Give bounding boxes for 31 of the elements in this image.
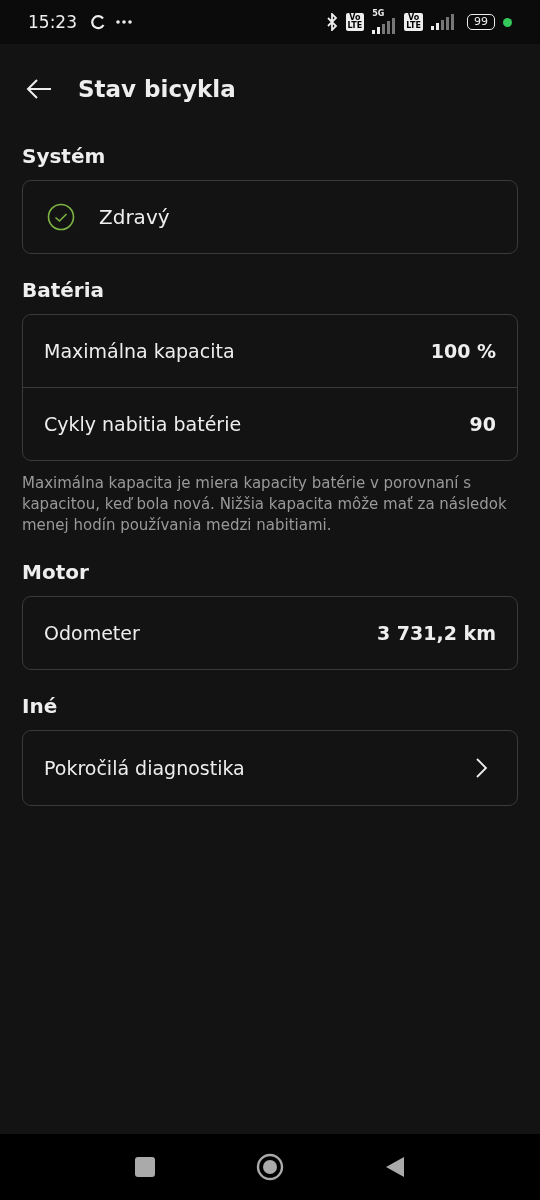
section-title: Iné	[22, 694, 59, 718]
sync-icon	[89, 13, 107, 31]
row-value: 3 731,2 km	[377, 622, 496, 644]
info-note: Maximálna kapacita je miera kapacity batérie v porovnaní s kapacitou, keď bola nová. Nižšia kapacita môže mať za následok menej hodín používania medzi nabitiami.	[22, 473, 508, 536]
row-value: 90	[469, 413, 496, 435]
network-type: 5G	[372, 10, 385, 18]
chevron-right-icon	[475, 757, 489, 779]
section-title: Motor	[22, 560, 90, 584]
status-dot	[503, 17, 512, 27]
row-value: 100 %	[430, 340, 496, 362]
home-button[interactable]	[256, 1153, 284, 1181]
volte-badge: Vo LTE	[404, 13, 423, 31]
section-title: Systém	[22, 144, 107, 168]
battery-indicator: 99	[467, 14, 495, 30]
check-circle-icon	[47, 203, 75, 231]
back-icon[interactable]	[26, 79, 52, 99]
recents-button[interactable]	[134, 1156, 156, 1178]
more-icon	[115, 19, 133, 25]
volte-badge: Vo LTE	[345, 13, 365, 31]
clock-time: 15:23	[28, 12, 77, 32]
row-label: Cykly nabitia batérie	[44, 413, 242, 435]
back-button[interactable]	[384, 1155, 406, 1179]
page-title: Stav bicykla	[78, 76, 236, 102]
row-label: Maximálna kapacita	[44, 340, 235, 362]
signal-icon	[372, 18, 397, 34]
row-label: Odometer	[44, 622, 140, 644]
bluetooth-icon	[325, 13, 338, 31]
signal-icon	[431, 14, 455, 30]
section-title: Batéria	[22, 278, 106, 302]
diagnostics-item[interactable]: Pokročilá diagnostika	[22, 730, 518, 806]
status-text: Zdravý	[99, 205, 170, 229]
